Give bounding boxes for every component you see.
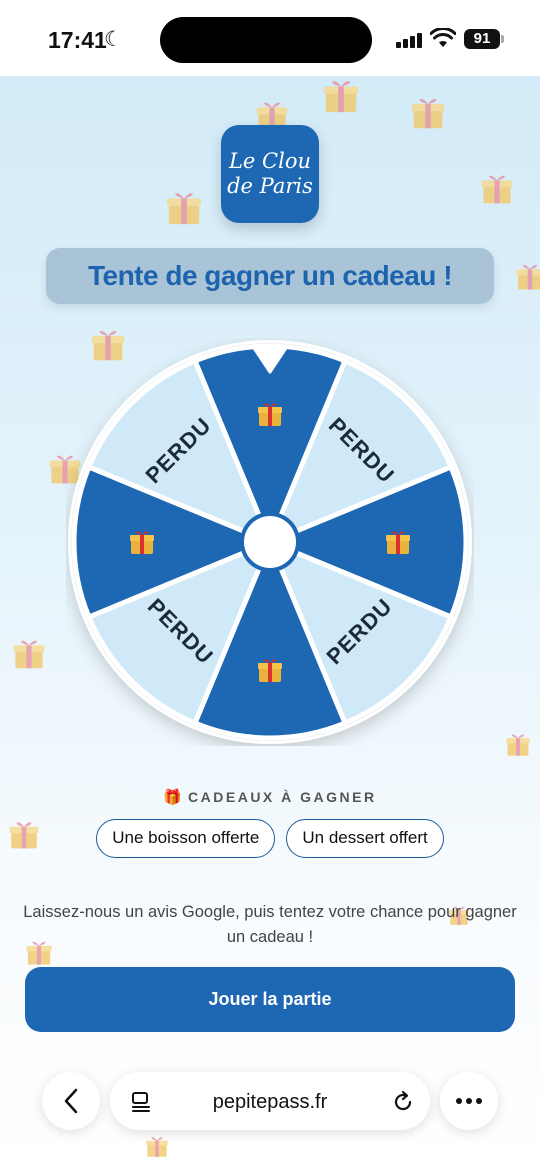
restaurant-logo: Le Clou de Paris	[221, 125, 319, 223]
wheel-hub	[244, 516, 296, 568]
back-button[interactable]	[42, 1072, 100, 1130]
gift-icon	[166, 193, 202, 225]
reload-icon[interactable]	[391, 1090, 415, 1114]
prize-chip: Un dessert offert	[286, 819, 444, 858]
status-time: 17:41	[48, 27, 107, 53]
gift-icon	[411, 98, 445, 129]
wheel-graphic[interactable]: PERDUPERDUPERDUPERDU	[66, 338, 474, 746]
gift-icon	[481, 175, 513, 204]
prizes-heading: 🎁 CADEAUX À GAGNER	[0, 788, 540, 806]
gift-icon: 🎁	[163, 789, 183, 806]
logo-line-1: Le Clou	[228, 149, 311, 173]
gift-icon	[516, 265, 540, 290]
gift-icon	[506, 734, 530, 756]
prize-list: Une boisson offerte Un dessert offert	[0, 819, 540, 858]
prize-chip: Une boisson offerte	[96, 819, 276, 858]
status-bar: 17:41 ☾ 91	[0, 0, 540, 76]
headline-banner: Tente de gagner un cadeau !	[46, 248, 494, 304]
play-button[interactable]: Jouer la partie	[25, 967, 515, 1032]
prize-wheel[interactable]: PERDU PERDU PERDU PERDU	[66, 338, 474, 746]
battery-tip	[501, 35, 504, 43]
moon-icon: ☾	[104, 28, 123, 51]
prizes-heading-text: CADEAUX À GAGNER	[188, 789, 377, 805]
gift-icon	[323, 81, 359, 113]
signal-icon	[396, 32, 422, 48]
page-title: Tente de gagner un cadeau !	[87, 260, 453, 291]
gift-icon	[13, 640, 45, 669]
dynamic-island	[160, 17, 372, 63]
chevron-left-icon	[64, 1088, 78, 1114]
wifi-icon	[430, 28, 456, 47]
more-button[interactable]	[440, 1072, 498, 1130]
browser-toolbar: pepitepass.fr	[0, 1060, 540, 1173]
battery-indicator: 91	[464, 29, 500, 49]
more-dots-icon	[456, 1098, 482, 1104]
instruction-text: Laissez-nous un avis Google, puis tentez…	[23, 903, 517, 946]
address-bar[interactable]: pepitepass.fr	[110, 1072, 430, 1130]
web-page: Le Clou de Paris Tente de gagner un cade…	[0, 76, 540, 1173]
url-text: pepitepass.fr	[212, 1091, 328, 1113]
logo-line-2: de Paris	[227, 174, 313, 198]
